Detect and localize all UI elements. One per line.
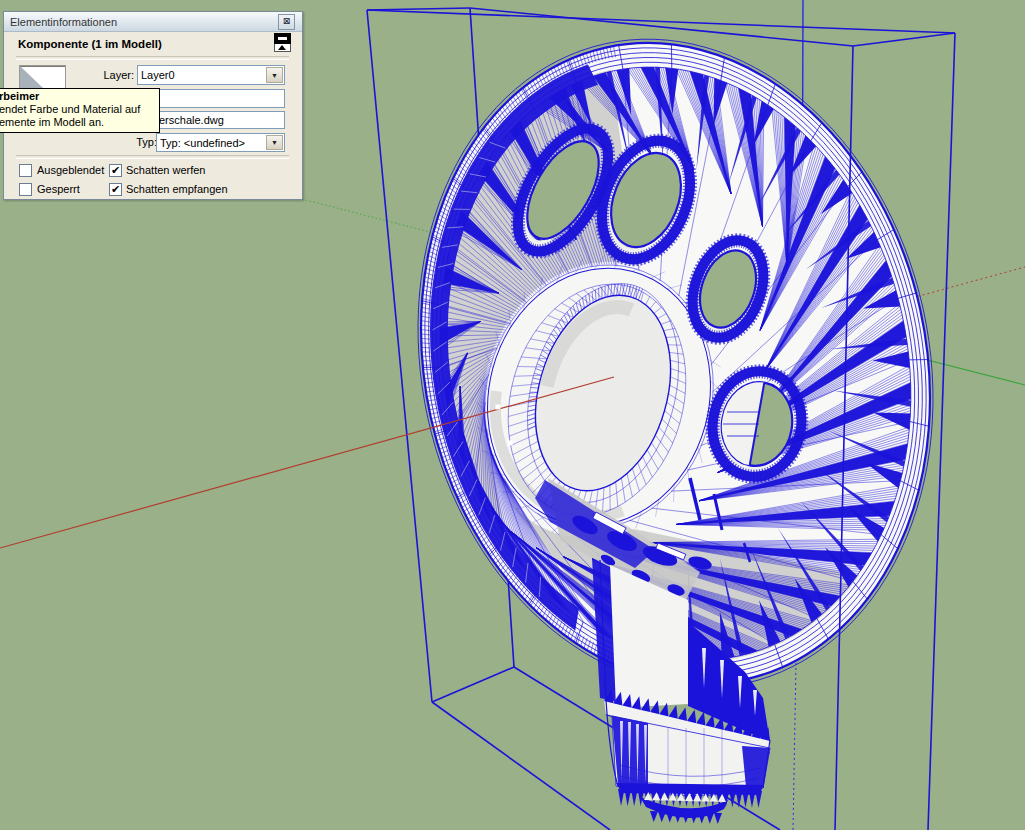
tooltip-line: emente im Modell an. bbox=[0, 116, 159, 129]
checkbox-schatten-werfen[interactable]: ✔ bbox=[109, 164, 122, 177]
checkbox-label: Gesperrt bbox=[37, 183, 80, 195]
layer-value: Layer0 bbox=[138, 69, 175, 81]
tooltip-title: rbeimer bbox=[0, 90, 159, 103]
checkbox-ausgeblendet[interactable] bbox=[19, 164, 32, 177]
chevron-down-icon[interactable]: ▼ bbox=[266, 135, 283, 150]
name-field[interactable] bbox=[154, 89, 285, 108]
tooltip: rbeimer endet Farbe und Material auf eme… bbox=[0, 88, 160, 133]
definition-field[interactable]: erschale.dwg bbox=[154, 111, 285, 129]
typ-label: Typ: bbox=[112, 136, 157, 148]
checkbox-label: Schatten werfen bbox=[126, 164, 206, 176]
dialog-titlebar[interactable]: Elementinformationen bbox=[4, 12, 302, 32]
definition-value: erschale.dwg bbox=[155, 114, 224, 126]
typ-combobox[interactable]: Typ: <undefined> ▼ bbox=[156, 133, 285, 152]
close-icon[interactable]: ⊠ bbox=[278, 14, 295, 30]
separator bbox=[16, 56, 289, 60]
application-window: Elementinformationen ⊠ Komponente (1 im … bbox=[0, 0, 1025, 830]
typ-value: Typ: <undefined> bbox=[157, 137, 245, 149]
separator bbox=[16, 155, 289, 159]
checkbox-schatten-empfangen[interactable]: ✔ bbox=[109, 183, 122, 196]
checkbox-label: Schatten empfangen bbox=[126, 183, 228, 195]
checkbox-label: Ausgeblendet bbox=[37, 164, 104, 176]
chevron-down-icon[interactable]: ▼ bbox=[266, 67, 283, 83]
toggle-details-icon[interactable] bbox=[274, 33, 291, 51]
component-header: Komponente (1 im Modell) bbox=[18, 38, 162, 50]
checkbox-gesperrt[interactable] bbox=[19, 183, 32, 196]
layer-combobox[interactable]: Layer0 ▼ bbox=[137, 65, 285, 85]
dialog-title: Elementinformationen bbox=[4, 16, 117, 28]
tooltip-line: endet Farbe und Material auf bbox=[0, 103, 159, 116]
layer-label: Layer: bbox=[64, 69, 134, 81]
